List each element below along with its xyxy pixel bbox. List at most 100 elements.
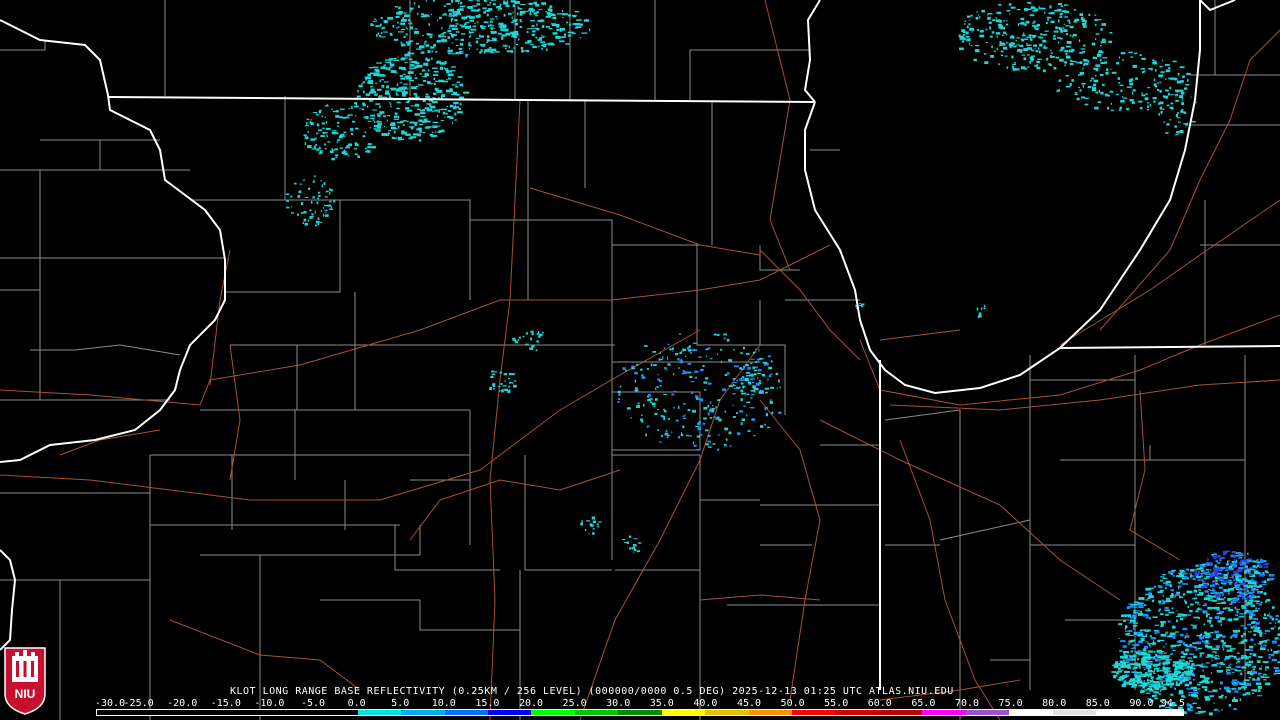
- reflectivity-echo: [1133, 612, 1138, 614]
- colorbar-segment: [792, 710, 836, 715]
- colorbar-segment: [487, 710, 532, 715]
- reflectivity-echo: [491, 370, 495, 373]
- reflectivity-echo: [962, 31, 966, 33]
- reflectivity-echo: [744, 364, 749, 367]
- reflectivity-echo: [633, 538, 638, 540]
- reflectivity-echo: [431, 110, 434, 113]
- reflectivity-echo: [409, 67, 414, 70]
- reflectivity-echo: [970, 45, 973, 47]
- reflectivity-echo: [1158, 75, 1162, 78]
- reflectivity-echo: [1214, 630, 1219, 634]
- reflectivity-echo: [1058, 41, 1060, 44]
- reflectivity-echo: [480, 49, 483, 53]
- reflectivity-echo: [1248, 558, 1253, 561]
- reflectivity-echo: [1226, 671, 1231, 675]
- colorbar-tick-label: 80.0: [1042, 698, 1067, 709]
- reflectivity-echo: [1053, 30, 1059, 33]
- colorbar-tick-label: 60.0: [867, 698, 892, 709]
- reflectivity-echo: [1078, 86, 1080, 89]
- reflectivity-echo: [1201, 586, 1204, 589]
- reflectivity-echo: [400, 43, 406, 47]
- reflectivity-echo: [712, 405, 714, 407]
- reflectivity-echo: [1172, 664, 1175, 667]
- reflectivity-echo: [1259, 634, 1262, 637]
- reflectivity-echo: [503, 2, 509, 5]
- reflectivity-echo: [1050, 49, 1052, 52]
- reflectivity-echo: [418, 5, 420, 8]
- reflectivity-echo: [343, 131, 346, 134]
- reflectivity-echo: [339, 147, 343, 149]
- reflectivity-echo: [652, 405, 656, 407]
- reflectivity-echo: [1233, 571, 1238, 573]
- reflectivity-echo: [1153, 630, 1158, 632]
- reflectivity-echo: [1029, 35, 1032, 39]
- reflectivity-echo: [451, 28, 458, 31]
- reflectivity-echo: [1169, 653, 1174, 655]
- reflectivity-echo: [294, 182, 297, 185]
- reflectivity-echo: [1160, 613, 1164, 615]
- reflectivity-echo: [404, 14, 410, 18]
- reflectivity-echo: [1178, 121, 1181, 123]
- reflectivity-echo: [481, 45, 483, 47]
- reflectivity-echo: [560, 36, 566, 38]
- reflectivity-echo: [1187, 657, 1193, 659]
- reflectivity-echo: [527, 40, 532, 43]
- reflectivity-echo: [1128, 683, 1135, 685]
- reflectivity-echo: [1193, 597, 1198, 600]
- reflectivity-echo: [746, 414, 748, 417]
- reflectivity-echo: [988, 21, 992, 24]
- reflectivity-echo: [1170, 589, 1174, 592]
- reflectivity-echo: [440, 62, 446, 65]
- reflectivity-echo: [425, 95, 430, 98]
- reflectivity-echo: [1065, 55, 1071, 59]
- reflectivity-echo: [509, 389, 511, 391]
- reflectivity-echo: [1092, 88, 1097, 92]
- reflectivity-echo: [519, 4, 526, 6]
- reflectivity-echo: [1081, 52, 1084, 54]
- reflectivity-echo: [332, 130, 337, 132]
- reflectivity-echo: [1248, 615, 1253, 619]
- reflectivity-echo: [1199, 665, 1204, 668]
- county-line: [884, 409, 961, 421]
- reflectivity-echo: [448, 27, 451, 29]
- reflectivity-echo: [1273, 651, 1279, 654]
- reflectivity-echo: [454, 25, 458, 28]
- reflectivity-echo: [461, 16, 468, 20]
- reflectivity-echo: [975, 49, 979, 51]
- reflectivity-echo: [1140, 691, 1144, 694]
- reflectivity-echo: [413, 121, 418, 125]
- reflectivity-echo: [1215, 559, 1218, 563]
- reflectivity-echo: [1214, 651, 1217, 654]
- reflectivity-echo: [441, 94, 445, 97]
- reflectivity-echo: [1197, 579, 1201, 581]
- reflectivity-echo: [504, 388, 508, 391]
- reflectivity-echo: [1158, 600, 1161, 603]
- reflectivity-echo: [372, 109, 377, 111]
- reflectivity-echo: [655, 387, 657, 390]
- reflectivity-echo: [1236, 573, 1239, 576]
- reflectivity-echo: [1274, 622, 1276, 624]
- reflectivity-echo: [1157, 591, 1163, 593]
- reflectivity-echo: [1161, 108, 1165, 110]
- reflectivity-echo: [483, 0, 487, 2]
- reflectivity-echo: [1163, 121, 1165, 123]
- reflectivity-echo: [1142, 658, 1147, 661]
- reflectivity-echo: [1238, 589, 1241, 592]
- reflectivity-echo: [734, 365, 739, 368]
- reflectivity-echo: [682, 403, 687, 405]
- reflectivity-echo: [1166, 671, 1169, 675]
- reflectivity-echo: [670, 431, 673, 433]
- reflectivity-echo: [367, 143, 372, 146]
- reflectivity-echo: [334, 148, 339, 151]
- reflectivity-echo: [1179, 95, 1183, 99]
- reflectivity-echo: [742, 386, 745, 388]
- reflectivity-echo: [397, 56, 399, 58]
- reflectivity-echo: [1160, 651, 1165, 653]
- reflectivity-echo: [745, 379, 749, 382]
- reflectivity-echo: [370, 23, 373, 26]
- reflectivity-echo: [1151, 663, 1153, 665]
- reflectivity-echo: [536, 23, 538, 26]
- reflectivity-echo: [987, 14, 989, 16]
- reflectivity-echo: [1159, 65, 1163, 68]
- reflectivity-echo: [541, 25, 545, 28]
